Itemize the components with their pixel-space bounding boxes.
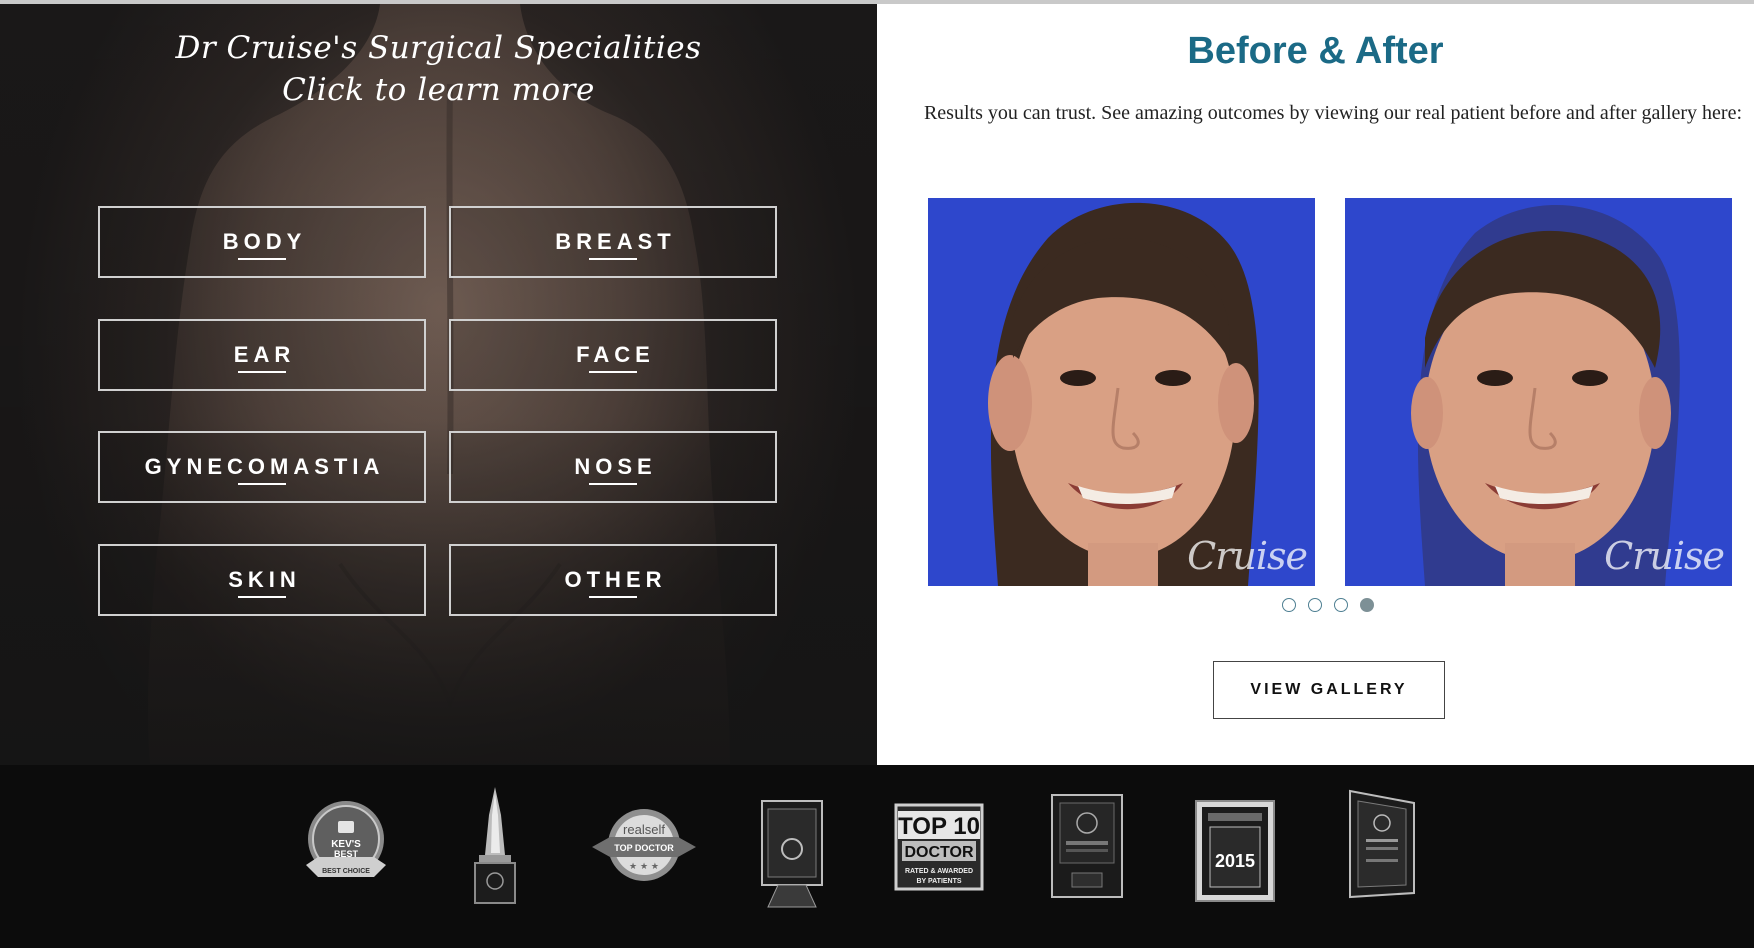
speciality-button-label: EAR [233, 342, 296, 367]
speciality-button-label: FACE [576, 342, 655, 367]
svg-text:BEST CHOICE: BEST CHOICE [322, 868, 370, 875]
specialities-subtitle: Click to learn more [282, 72, 595, 108]
specialities-panel: Dr Cruise's Surgical Specialities Click … [0, 4, 877, 765]
svg-text:★ ★ ★: ★ ★ ★ [629, 862, 659, 872]
label-underline [238, 258, 286, 260]
plaque-award-icon[interactable] [758, 799, 826, 911]
label-underline [238, 371, 286, 373]
svg-text:2015: 2015 [1215, 851, 1255, 871]
after-photo[interactable]: Cruise [1345, 198, 1732, 586]
carousel-dot-4[interactable] [1360, 598, 1374, 612]
specialities-title: Dr Cruise's Surgical Specialities [175, 30, 702, 66]
before-photo[interactable]: Cruise [928, 198, 1315, 586]
carousel-dot-3[interactable] [1334, 598, 1348, 612]
speciality-button-label: BREAST [555, 229, 676, 254]
speciality-button-label: NOSE [574, 454, 657, 479]
watermark: Cruise [1187, 534, 1308, 578]
crystal-trophy-icon[interactable] [467, 785, 523, 907]
svg-text:BY PATIENTS: BY PATIENTS [916, 878, 961, 885]
awards-bar: KEV'S BEST BEST CHOICE realself TOP DOCT… [0, 765, 1754, 948]
americas-top-physicians-plaque-icon[interactable] [1344, 789, 1420, 899]
svg-text:DOCTOR: DOCTOR [904, 844, 973, 861]
svg-text:TOP DOCTOR: TOP DOCTOR [614, 843, 674, 853]
carousel-dot-1[interactable] [1282, 598, 1296, 612]
label-underline [589, 258, 637, 260]
speciality-button-ear[interactable]: EAR [98, 319, 426, 391]
speciality-button-nose[interactable]: NOSE [449, 431, 777, 503]
label-underline [589, 596, 637, 598]
before-after-description: Results you can trust. See amazing outco… [923, 102, 1743, 124]
speciality-button-label: SKIN [228, 567, 301, 592]
before-after-panel: Before & After Results you can trust. Se… [877, 4, 1754, 765]
realself-top-doctor-badge-icon[interactable]: realself TOP DOCTOR ★ ★ ★ [590, 807, 698, 885]
svg-text:BEST: BEST [334, 849, 359, 859]
speciality-button-gynecomastia[interactable]: GYNECOMASTIA [98, 431, 426, 503]
carousel-dots [1282, 598, 1374, 612]
before-after-title: Before & After [1187, 30, 1444, 72]
speciality-button-body[interactable]: BODY [98, 206, 426, 278]
patient-face-after-image [1345, 198, 1732, 586]
speciality-button-label: GYNECOMASTIA [144, 454, 385, 479]
label-underline [589, 371, 637, 373]
kevs-best-badge-icon[interactable]: KEV'S BEST BEST CHOICE [298, 799, 394, 889]
speciality-button-other[interactable]: OTHER [449, 544, 777, 616]
svg-text:RATED & AWARDED: RATED & AWARDED [905, 868, 973, 875]
view-gallery-button[interactable]: VIEW GALLERY [1213, 661, 1445, 719]
speciality-button-skin[interactable]: SKIN [98, 544, 426, 616]
svg-text:realself: realself [623, 822, 665, 837]
carousel-dot-2[interactable] [1308, 598, 1322, 612]
speciality-button-breast[interactable]: BREAST [449, 206, 777, 278]
label-underline [238, 596, 286, 598]
label-underline [238, 483, 286, 485]
speciality-button-label: OTHER [564, 567, 667, 592]
speciality-button-label: BODY [222, 229, 307, 254]
watermark: Cruise [1604, 534, 1725, 578]
speciality-button-face[interactable]: FACE [449, 319, 777, 391]
label-underline [589, 483, 637, 485]
2015-award-plaque-icon[interactable]: 2015 [1194, 799, 1276, 903]
top10-doctor-badge-icon[interactable]: TOP 10 DOCTOR RATED & AWARDED BY PATIENT… [892, 801, 986, 893]
framed-award-icon[interactable] [1050, 793, 1124, 899]
patient-face-before-image [928, 198, 1315, 586]
svg-text:TOP 10: TOP 10 [898, 813, 980, 840]
